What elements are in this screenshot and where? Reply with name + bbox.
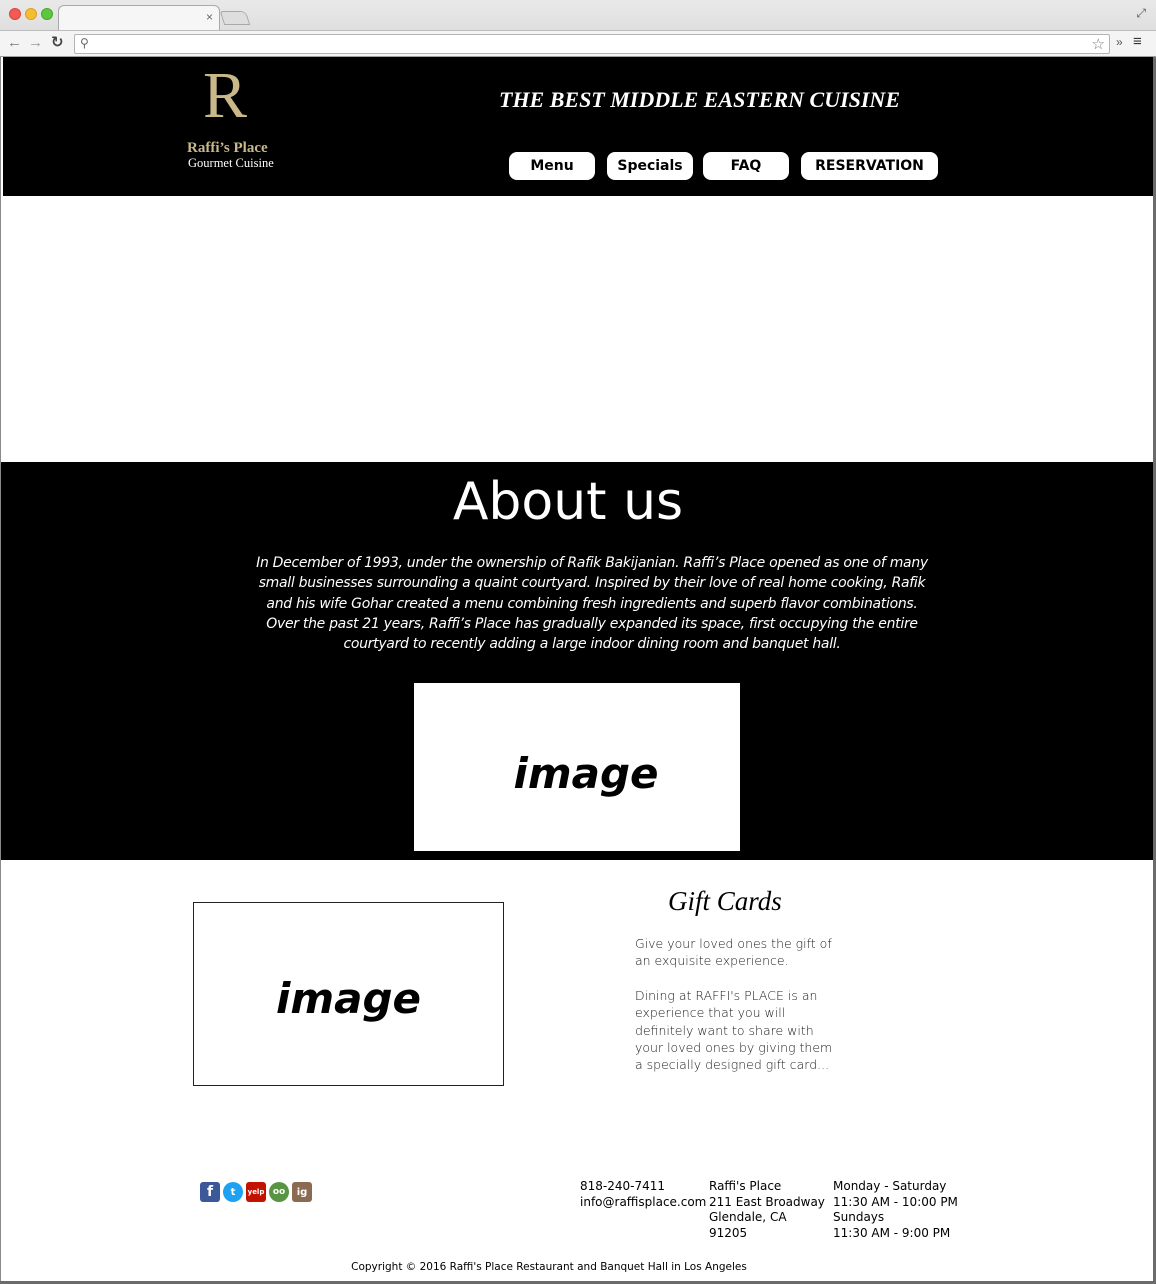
footer-hours: Monday - Saturday 11:30 AM - 10:00 PM Su…	[833, 1179, 958, 1241]
address-bar[interactable]: ⚲ ☆	[74, 34, 1110, 54]
footer-address: Raffi's Place 211 East Broadway Glendale…	[709, 1179, 825, 1241]
gift-cards-description: Dining at RAFFI's PLACE is an experience…	[635, 988, 833, 1073]
gift-image-placeholder: image	[193, 902, 504, 1086]
tripadvisor-icon[interactable]: oo	[269, 1182, 289, 1202]
tagline: THE BEST MIDDLE EASTERN CUISINE	[499, 87, 900, 112]
facebook-icon[interactable]: f	[200, 1182, 220, 1202]
about-title: About us	[452, 472, 684, 532]
logo-monogram[interactable]: R	[203, 61, 247, 131]
footer-hours-days-sunday: Sundays	[833, 1210, 885, 1224]
logo-name[interactable]: Raffi’s Place	[187, 140, 268, 157]
minimize-window-button[interactable]	[25, 8, 37, 20]
fullscreen-icon[interactable]: ⤢	[1136, 6, 1146, 21]
yelp-icon[interactable]: yelp	[246, 1182, 266, 1202]
logo-subtitle: Gourmet Cuisine	[188, 156, 274, 170]
footer-address-street: 211 East Broadway	[709, 1194, 825, 1209]
hamburger-icon[interactable]: ≡	[1133, 33, 1142, 50]
gift-cards-title: Gift Cards	[668, 886, 782, 916]
new-tab-button[interactable]	[219, 11, 251, 25]
twitter-icon[interactable]: t	[223, 1182, 243, 1202]
footer-phone[interactable]: 818-240-7411	[580, 1179, 706, 1195]
about-image-placeholder: image	[414, 683, 740, 851]
about-section: About us In December of 1993, under the …	[0, 462, 1156, 860]
copyright: Copyright © 2016 Raffi's Place Restauran…	[351, 1261, 747, 1273]
footer-hours-time-weekday: 11:30 AM - 10:00 PM	[833, 1194, 958, 1209]
site-header: R Raffi’s Place Gourmet Cuisine THE BEST…	[3, 57, 1153, 196]
window-border-left	[0, 57, 1, 1284]
search-icon: ⚲	[80, 36, 89, 50]
footer-contact: 818-240-7411 info@raffisplace.com	[580, 1179, 706, 1210]
footer-hours-time-sunday: 11:30 AM - 9:00 PM	[833, 1225, 951, 1240]
about-text: In December of 1993, under the ownership…	[256, 555, 928, 653]
tab-close-icon[interactable]: ×	[206, 10, 213, 24]
back-arrow-icon[interactable]: ←	[7, 34, 22, 52]
nav-specials-button[interactable]: Specials	[607, 152, 693, 180]
star-icon[interactable]: ☆	[1092, 35, 1105, 53]
reload-icon[interactable]: ↻	[51, 34, 64, 52]
instagram-icon[interactable]: ig	[292, 1182, 312, 1202]
browser-chrome: × ⤢ ← → ↻ ⚲ ☆ » ≡	[0, 0, 1156, 57]
browser-tab[interactable]: ×	[58, 5, 220, 31]
footer-email[interactable]: info@raffisplace.com	[580, 1195, 706, 1211]
gift-cards-intro: Give your loved ones the gift of an exqu…	[635, 936, 832, 969]
nav-faq-button[interactable]: FAQ	[703, 152, 789, 180]
social-links: f t yelp oo ig	[200, 1182, 312, 1202]
footer-address-city: Glendale, CA	[709, 1210, 787, 1224]
maximize-window-button[interactable]	[41, 8, 53, 20]
nav-menu-button[interactable]: Menu	[509, 152, 595, 180]
footer-address-name: Raffi's Place	[709, 1179, 782, 1193]
extensions-overflow-button[interactable]: »	[1116, 35, 1123, 49]
footer-hours-days-weekday: Monday - Saturday	[833, 1179, 947, 1193]
nav-reservation-button[interactable]: RESERVATION	[801, 152, 938, 180]
close-window-button[interactable]	[9, 8, 21, 20]
footer-address-zip: 91205	[709, 1225, 748, 1240]
forward-arrow-icon[interactable]: →	[28, 34, 43, 52]
browser-toolbar: ← → ↻ ⚲ ☆ » ≡	[0, 30, 1156, 56]
